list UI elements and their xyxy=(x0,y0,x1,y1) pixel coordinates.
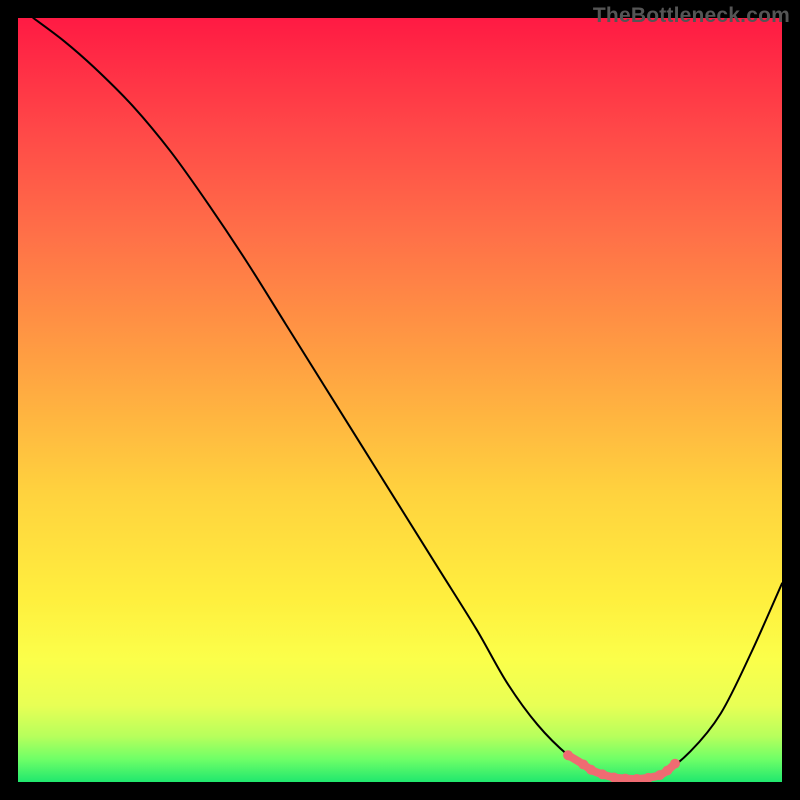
chart-svg xyxy=(18,18,782,782)
plot-area xyxy=(18,18,782,782)
main-curve-path xyxy=(33,18,782,779)
highlight-dot xyxy=(586,765,596,775)
highlight-dot xyxy=(662,766,672,776)
highlight-dot xyxy=(609,772,619,782)
highlight-dot xyxy=(563,750,573,760)
highlight-dot xyxy=(670,759,680,769)
chart-frame: TheBottleneck.com xyxy=(0,0,800,800)
highlight-dots xyxy=(563,750,680,782)
highlight-dot xyxy=(597,769,607,779)
watermark-text: TheBottleneck.com xyxy=(593,4,790,28)
